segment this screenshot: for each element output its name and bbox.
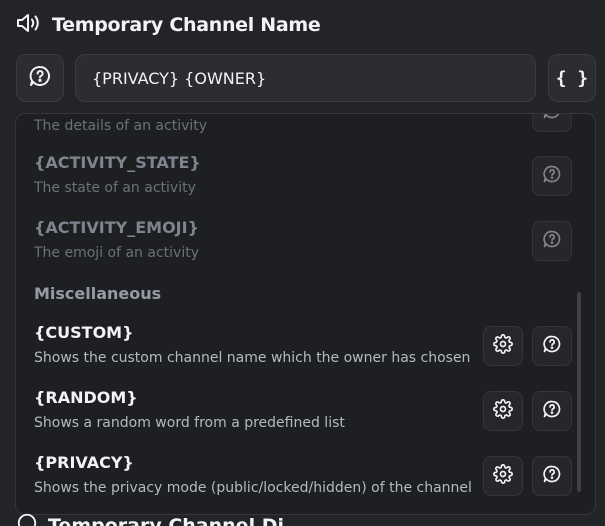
help-bubble-icon <box>542 229 562 253</box>
item-description: Shows the privacy mode (public/locked/hi… <box>34 480 472 496</box>
item-help-button[interactable] <box>532 326 572 366</box>
item-token: {ACTIVITY_EMOJI} <box>34 218 199 237</box>
item-settings-button[interactable] <box>483 326 523 366</box>
item-description: The state of an activity <box>34 180 196 196</box>
item-help-button[interactable] <box>532 114 572 132</box>
variable-help-button[interactable] <box>16 54 64 102</box>
gear-icon <box>493 334 513 358</box>
item-description: The details of an activity <box>34 118 208 134</box>
channel-name-input[interactable] <box>75 54 536 102</box>
gear-icon <box>493 464 513 488</box>
variables-dropdown[interactable]: The details of an activity {ACTIVITY_STA… <box>15 113 596 515</box>
channel-name-settings: Temporary Channel Name { } The details o… <box>0 0 605 526</box>
list-item[interactable]: {PRIVACY} Shows the privacy mode (public… <box>34 453 472 497</box>
help-bubble-icon <box>542 114 562 124</box>
help-bubble-icon <box>542 334 562 358</box>
speaker-icon <box>16 12 42 38</box>
item-token: {PRIVACY} <box>34 453 134 472</box>
gear-icon <box>493 399 513 423</box>
item-help-button[interactable] <box>532 156 572 196</box>
item-token: {RANDOM} <box>34 388 138 407</box>
list-item[interactable]: {ACTIVITY_EMOJI} The emoji of an activit… <box>34 218 199 262</box>
item-help-button[interactable] <box>532 221 572 261</box>
section-title: Temporary Channel Name <box>52 14 321 36</box>
item-settings-button[interactable] <box>483 456 523 496</box>
insert-variable-button[interactable]: { } <box>548 54 596 102</box>
help-bubble-icon <box>542 164 562 188</box>
dropdown-scrollbar[interactable] <box>577 292 581 492</box>
section-label-miscellaneous: Miscellaneous <box>34 284 162 303</box>
item-token: {CUSTOM} <box>34 323 134 342</box>
list-item[interactable]: {CUSTOM} Shows the custom channel name w… <box>34 323 470 367</box>
item-help-button[interactable] <box>532 456 572 496</box>
list-item[interactable]: {ACTIVITY_STATE} The state of an activit… <box>34 153 201 197</box>
item-description: Shows a random word from a predefined li… <box>34 415 345 431</box>
item-description: The emoji of an activity <box>34 245 199 261</box>
item-token: {ACTIVITY_STATE} <box>34 153 201 172</box>
list-item[interactable]: {RANDOM} Shows a random word from a pred… <box>34 388 345 432</box>
item-help-button[interactable] <box>532 391 572 431</box>
help-bubble-icon <box>542 464 562 488</box>
next-section-header: Temporary Channel Di... <box>16 512 306 526</box>
next-section-title: Temporary Channel Di... <box>48 514 306 526</box>
item-description: Shows the custom channel name which the … <box>34 350 471 366</box>
section-header: Temporary Channel Name <box>16 10 321 40</box>
clock-icon <box>16 512 38 526</box>
help-bubble-icon <box>542 399 562 423</box>
item-settings-button[interactable] <box>483 391 523 431</box>
braces-icon: { } <box>555 67 589 89</box>
help-bubble-icon <box>28 64 52 92</box>
list-item[interactable]: The details of an activity <box>34 114 208 135</box>
